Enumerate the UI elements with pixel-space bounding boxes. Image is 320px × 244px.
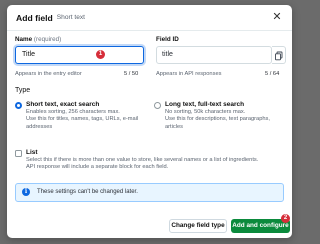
- info-icon: i: [22, 188, 30, 196]
- long-text-title: Long text, full-text search: [165, 101, 245, 108]
- short-text-title: Short text, exact search: [26, 101, 100, 108]
- list-desc-line: Select this if there is more than one va…: [26, 157, 259, 163]
- field-id-label: Field ID: [156, 36, 179, 43]
- field-id-help-text: Appears in API responses: [156, 71, 222, 77]
- short-text-desc-line: Enables sorting, 256 characters max.: [26, 109, 120, 115]
- list-title: List: [26, 149, 38, 156]
- name-label: Name (required): [15, 36, 61, 43]
- radio-long-text[interactable]: [154, 102, 161, 109]
- long-text-desc-line: articles: [165, 123, 184, 130]
- name-char-count: 5 / 50: [124, 71, 139, 77]
- dialog-header: Add field Short text ✕: [7, 5, 292, 31]
- field-id-char-count: 5 / 64: [265, 71, 280, 77]
- info-note-text: These settings can't be changed later.: [37, 189, 138, 195]
- long-text-description: No sorting, 50k characters max. Use this…: [165, 109, 270, 131]
- list-description: Select this if there is more than one va…: [26, 157, 258, 172]
- long-text-desc-line: No sorting, 50k characters max.: [165, 109, 246, 115]
- dialog-title: Add field: [16, 12, 53, 23]
- list-checkbox[interactable]: [15, 150, 22, 157]
- change-field-type-button[interactable]: Change field type: [169, 219, 227, 233]
- long-text-desc-line: Use this for descriptions, text paragrap…: [165, 116, 270, 123]
- short-text-desc-line: Use this for titles, names, tags, URLs, …: [26, 116, 139, 123]
- add-field-dialog: Add field Short text ✕ Name (required) T…: [7, 5, 292, 238]
- copy-button[interactable]: [272, 46, 286, 64]
- field-id-label-text: Field ID: [156, 36, 179, 43]
- step-badge-1: 1: [96, 50, 105, 59]
- dialog-subtitle: Short text: [56, 14, 85, 21]
- close-icon[interactable]: ✕: [271, 11, 283, 23]
- field-id-value: title: [162, 51, 173, 58]
- list-desc-line: API response will include a separate blo…: [26, 164, 169, 171]
- copy-icon: [275, 51, 283, 61]
- info-note: i These settings can't be changed later.: [15, 183, 284, 202]
- name-input-value: Title: [22, 51, 35, 58]
- short-text-desc-line: addresses: [26, 123, 53, 130]
- name-label-text: Name: [15, 36, 33, 43]
- field-id-input[interactable]: title: [156, 46, 272, 64]
- required-label: (required): [33, 36, 62, 43]
- short-text-description: Enables sorting, 256 characters max. Use…: [26, 109, 138, 131]
- step-badge-2: 2: [281, 214, 290, 223]
- name-input[interactable]: Title: [15, 46, 144, 64]
- radio-short-text[interactable]: [15, 102, 22, 109]
- name-help-text: Appears in the entry editor: [15, 71, 82, 77]
- type-section-title: Type: [15, 87, 31, 94]
